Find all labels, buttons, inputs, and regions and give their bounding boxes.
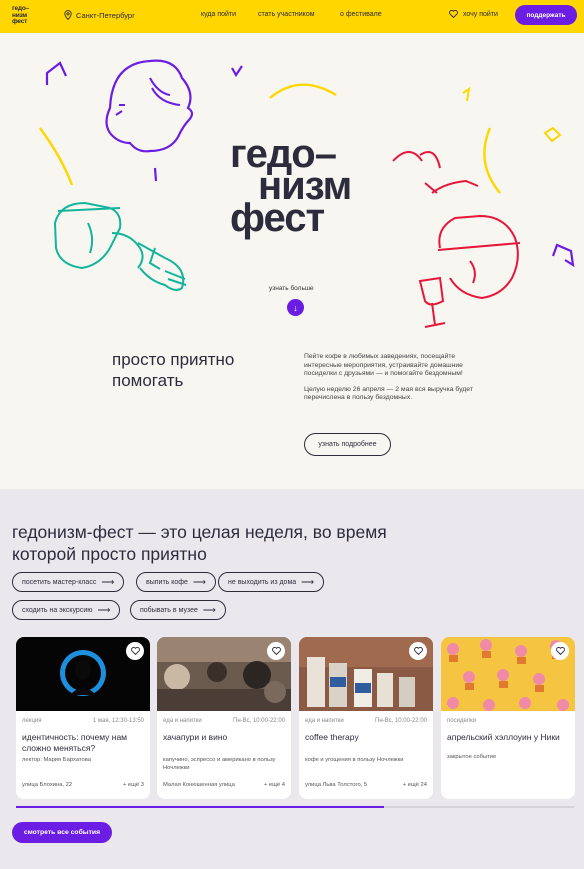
want-to-go-link[interactable]: хочу пойти (449, 10, 498, 18)
nav-about-festival[interactable]: о фестивале (340, 11, 382, 18)
heart-icon (413, 647, 423, 655)
favorite-button[interactable] (551, 642, 569, 660)
heart-icon (130, 647, 140, 655)
hero-section: гедо– низм фест узнать больше ↓ просто п… (0, 33, 584, 489)
heart-icon (555, 647, 565, 655)
scroll-down-button[interactable]: ↓ (287, 299, 304, 316)
arrow-right-icon: ⟶ (301, 576, 315, 587)
site-header: гедо– низм фест Санкт-Петербург куда пой… (0, 0, 584, 33)
heart-icon (271, 647, 281, 655)
event-address: Малая Конюшенная улица (163, 782, 235, 788)
event-title: coffee therapy (305, 732, 359, 742)
hero-title-line-3: фест (230, 196, 325, 240)
favorite-button[interactable] (126, 642, 144, 660)
carousel-progress (16, 806, 574, 808)
event-description: закрытое событие (447, 754, 497, 760)
event-card[interactable]: лекция 1 мая, 12:30-13:50 идентичность: … (16, 637, 150, 799)
event-title: хачапури и вино (163, 732, 228, 742)
about-paragraph-1: Пейте кофе в любимых заведениях, посещай… (304, 353, 463, 377)
chip-museum[interactable]: побывать в музее ⟶ (130, 600, 226, 620)
chip-master-class[interactable]: посетить мастер-класс ⟶ (12, 572, 125, 592)
favorite-button[interactable] (267, 642, 285, 660)
chip-label: сходить на экскурсию (22, 606, 93, 614)
event-time: Пн-Вс, 10:00-22:00 (375, 718, 427, 724)
about-text: Пейте кофе в любимых заведениях, посещай… (304, 353, 476, 403)
heart-icon (449, 10, 458, 18)
event-description: капучино, эспрессо и американо в пользу … (163, 757, 276, 771)
events-section: гедонизм-фест — это целая неделя, во вре… (0, 489, 584, 869)
event-more-locations: + ещё 4 (263, 782, 285, 788)
events-title: гедонизм-фест — это целая неделя, во вре… (12, 522, 387, 564)
arrow-right-icon: ⟶ (101, 576, 115, 587)
chip-excursion[interactable]: сходить на экскурсию ⟶ (12, 600, 121, 620)
arrow-right-icon: ⟶ (192, 576, 206, 587)
event-address: улица Блохина, 22 (22, 782, 73, 788)
city-selector[interactable]: Санкт-Петербург (64, 10, 135, 20)
chip-coffee[interactable]: выпить кофе ⟶ (136, 572, 216, 592)
arrow-down-icon: ↓ (293, 302, 298, 313)
all-events-button[interactable]: смотреть все события (12, 822, 112, 843)
arrow-right-icon: ⟶ (97, 604, 111, 615)
learn-more-label[interactable]: узнать больше (269, 285, 314, 292)
carousel-progress-fill (16, 806, 385, 808)
event-card[interactable]: посиделки апрельский хэллоуин у Ники зак… (441, 637, 575, 799)
event-description: лектор: Мария Бархатова (22, 757, 91, 763)
chip-label: не выходить из дома (228, 578, 297, 586)
about-title: просто приятно помогать (112, 349, 272, 391)
chip-label: выпить кофе (146, 578, 188, 586)
chip-stay-home[interactable]: не выходить из дома ⟶ (218, 572, 325, 592)
want-label: хочу пойти (463, 10, 498, 18)
event-category: еда и напитки (305, 718, 344, 724)
event-card[interactable]: еда и напитки Пн-Вс, 10:00-22:00 coffee … (299, 637, 433, 799)
event-title: идентичность: почему нам сложно меняться… (22, 732, 128, 753)
event-time: Пн-Вс, 10:00-22:00 (233, 718, 285, 724)
event-card[interactable]: еда и напитки Пн-Вс, 10:00-22:00 хачапур… (157, 637, 291, 799)
chip-label: побывать в музее (140, 606, 198, 614)
nav-become-participant[interactable]: стать участником (258, 11, 315, 18)
event-time: 1 мая, 12:30-13:50 (92, 718, 144, 724)
location-pin-icon (64, 10, 72, 20)
event-more-locations: + ещё 24 (402, 782, 427, 788)
event-description: кофе и угощения в пользу Ночлежки (305, 757, 404, 763)
event-address: улица Льва Толстого, 5 (305, 782, 368, 788)
support-button[interactable]: поддержать (515, 5, 577, 25)
event-more-locations: + ещё 3 (122, 782, 144, 788)
favorite-button[interactable] (409, 642, 427, 660)
about-paragraph-2: Целую неделю 26 апреля — 2 мая вся выруч… (304, 385, 473, 402)
event-category: посиделки (447, 718, 477, 724)
chip-label: посетить мастер-класс (22, 578, 97, 586)
city-label: Санкт-Петербург (76, 10, 135, 20)
event-category: лекция (22, 718, 42, 724)
logo-line-3: фест (12, 18, 28, 25)
event-category: еда и напитки (163, 718, 202, 724)
event-title: апрельский хэллоуин у Ники (447, 732, 560, 742)
nav-where-to-go[interactable]: куда пойти (201, 11, 236, 18)
site-logo[interactable]: гедо– низм фест (12, 5, 40, 26)
learn-details-button[interactable]: узнать подробнее (304, 433, 391, 456)
arrow-right-icon: ⟶ (202, 604, 216, 615)
hero-title: гедо– низм фест (230, 134, 380, 240)
about-title-text: просто приятно помогать (112, 350, 235, 390)
